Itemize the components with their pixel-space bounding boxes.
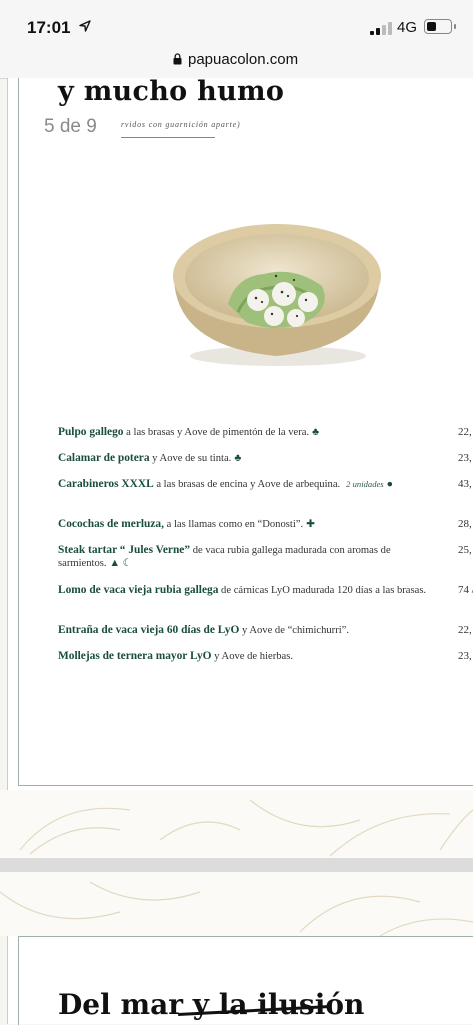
menu-item: Calamar de potera y Aove de su tinta. ♣ 23… — [58, 452, 472, 465]
allergen-icon: ▲ ☾ — [109, 558, 133, 570]
dish-price: 22, — [458, 426, 472, 438]
dish-price: 43, — [458, 478, 472, 490]
dish-photo — [173, 224, 381, 366]
dish-name: Entraña de vaca vieja 60 días de LyO — [58, 624, 240, 636]
dish-description: y Aove de su tinta. — [149, 453, 232, 464]
page-gap — [0, 790, 473, 858]
page-separator — [0, 858, 473, 872]
dish-price: 74 /k — [458, 584, 473, 596]
dish-name: Calamar de potera — [58, 452, 150, 464]
dish-name: Steak tartar “ Jules Verne” — [58, 544, 191, 556]
address-bar[interactable]: papuacolon.com — [0, 44, 473, 79]
signal-icon — [370, 22, 392, 35]
dish-description: y Aove de “chimichurri”. — [239, 625, 350, 636]
dish-name: Carabineros XXXL — [58, 478, 154, 490]
url-text[interactable]: papuacolon.com — [188, 51, 298, 68]
dish-description: a las llamas como en “Donosti”. — [163, 519, 304, 530]
menu-page: y mucho humo 5 de 9 rvidos con guarnició… — [7, 76, 473, 791]
dish-price: 23, — [458, 650, 472, 662]
menu-item: Steak tartar “ Jules Verne” de vaca rubi… — [58, 544, 472, 571]
garnish-note: rvidos con guarnición aparte) — [121, 120, 241, 129]
allergen-icon: ♣ — [312, 427, 320, 438]
next-menu-page: Del mar y la ilusión — [7, 936, 473, 1025]
menu-item: Mollejas de ternera mayor LyO y Aove de … — [58, 650, 472, 663]
page-counter: 5 de 9 — [44, 116, 97, 137]
dish-price: 28, — [458, 518, 472, 530]
dish-name: Mollejas de ternera mayor LyO — [58, 650, 212, 662]
dish-description: y Aove de hierbas. — [211, 651, 294, 662]
section-title: y mucho humo — [58, 76, 285, 107]
lock-icon — [173, 53, 182, 65]
leaf-pattern — [19, 799, 473, 857]
menu-item: Lomo de vaca vieja rubia gallega de cárn… — [58, 584, 473, 597]
battery-icon — [424, 19, 456, 34]
leaf-pattern — [0, 881, 473, 936]
location-arrow-icon — [79, 20, 91, 32]
network-label: 4G — [397, 19, 418, 36]
menu-item: Entraña de vaca vieja 60 días de LyO y A… — [58, 624, 472, 637]
dish-price: 23, — [458, 452, 472, 464]
divider — [121, 137, 215, 138]
page-gap — [0, 872, 473, 936]
dish-description: de cárnicas LyO madurada 120 días a las … — [218, 585, 427, 596]
dish-name: Pulpo gallego — [58, 426, 124, 438]
allergen-icon: ● — [386, 479, 394, 490]
allergen-icon: ♣ — [234, 453, 242, 464]
menu-item: Pulpo gallego a las brasas y Aove de pim… — [58, 426, 472, 439]
dish-name: Lomo de vaca vieja rubia gallega — [58, 584, 219, 596]
section-title: Del mar y la ilusión — [58, 988, 365, 1021]
dish-description: a las brasas y Aove de pimentón de la ve… — [123, 427, 310, 438]
menu-item: Carabineros XXXL a las brasas de encina … — [58, 478, 472, 491]
dish-name: Cocochas de merluza, — [58, 518, 164, 530]
clock: 17:01 — [27, 18, 71, 37]
unit-count: 2 unidades — [346, 479, 384, 489]
dish-price: 22, — [458, 624, 472, 636]
dish-price: 25, — [458, 544, 472, 556]
status-bar: 17:01 4G — [0, 0, 473, 44]
dish-description: a las brasas de encina y Aove de arbequi… — [153, 479, 341, 490]
menu-item: Cocochas de merluza, a las llamas como e… — [58, 518, 472, 531]
allergen-icon: ✚ — [306, 519, 316, 530]
